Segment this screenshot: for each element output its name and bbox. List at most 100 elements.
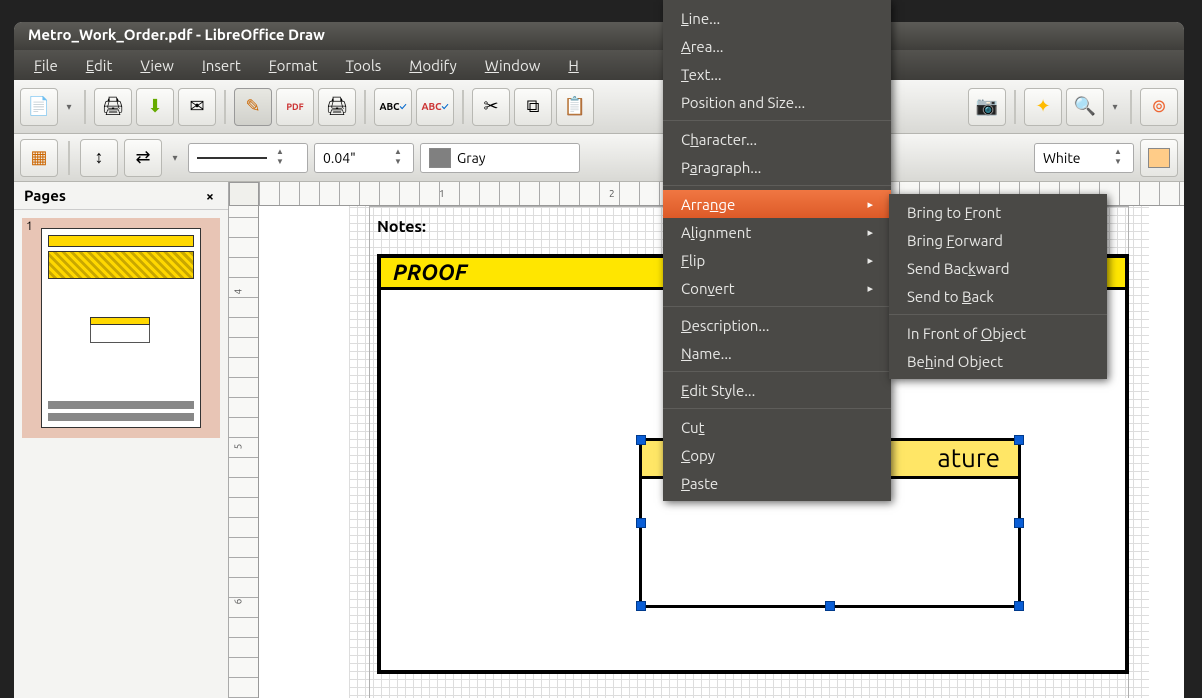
fill-color-selector[interactable]: White ▲▼ [1034, 143, 1134, 173]
selection-handle[interactable] [1014, 435, 1024, 445]
menu-item-line[interactable]: Line... [663, 4, 891, 32]
menu-file[interactable]: File [20, 53, 72, 78]
save-button[interactable]: ⬇ [136, 88, 174, 126]
spellcheck-button[interactable]: ABC✓ [374, 88, 412, 126]
menu-item-convert[interactable]: Convert▸ [663, 274, 891, 302]
vertical-ruler[interactable]: 4 5 6 [229, 206, 259, 698]
line-width-input[interactable]: 0.04" ▲▼ [314, 143, 414, 173]
email-button[interactable]: ✉ [178, 88, 216, 126]
menu-item-send-backward[interactable]: Send Backward [889, 254, 1107, 282]
dropdown-arrow-icon[interactable]: ▾ [62, 101, 76, 113]
line-style-button[interactable]: ▦ [20, 139, 58, 177]
menu-item-copy[interactable]: Copy [663, 441, 891, 469]
menu-item-arrange[interactable]: Arrange▸ [663, 190, 891, 218]
menu-item-flip[interactable]: Flip▸ [663, 246, 891, 274]
menu-item-edit-style[interactable]: Edit Style... [663, 376, 891, 404]
zoom-button[interactable]: 🔍 [1066, 88, 1104, 126]
menu-item-label: Paste [681, 475, 718, 492]
menu-item-label: Paragraph... [681, 159, 761, 176]
title-bar: Metro_Work_Order.pdf - LibreOffice Draw [14, 22, 1184, 50]
spinner-up[interactable]: ▲ [391, 148, 405, 158]
menu-item-bring-to-front[interactable]: Bring to Front [889, 198, 1107, 226]
abc-check-icon: ABC✓ [421, 101, 448, 112]
separator [224, 90, 226, 124]
line-pattern-selector[interactable]: ▲▼ [188, 143, 308, 173]
menu-modify[interactable]: Modify [395, 53, 471, 78]
ruler-tick: 5 [232, 444, 243, 450]
menu-view[interactable]: View [126, 53, 188, 78]
export-pdf-button[interactable]: PDF [276, 88, 314, 126]
arrow-swap-button[interactable]: ⇄ [124, 139, 162, 177]
separator [68, 141, 70, 175]
shadow-button[interactable] [1140, 139, 1178, 177]
spinner-down[interactable]: ▼ [391, 158, 405, 168]
spinner-down[interactable]: ▼ [1111, 158, 1125, 168]
camera-button[interactable]: 📷 [968, 88, 1006, 126]
menu-insert[interactable]: Insert [188, 53, 255, 78]
close-icon[interactable]: × [202, 188, 218, 204]
window-title: Metro_Work_Order.pdf - LibreOffice Draw [28, 26, 325, 43]
dropdown-arrow-icon[interactable]: ▾ [1108, 101, 1122, 113]
menu-separator [889, 314, 1107, 315]
selection-handle[interactable] [825, 601, 835, 611]
menu-item-name[interactable]: Name... [663, 339, 891, 367]
cut-button[interactable]: ✂ [472, 88, 510, 126]
menu-item-label: Description... [681, 317, 769, 334]
menu-item-label: Area... [681, 38, 724, 55]
selection-handle[interactable] [636, 601, 646, 611]
menu-window[interactable]: Window [471, 53, 555, 78]
dropdown-arrow-icon[interactable]: ▾ [168, 152, 182, 164]
menu-item-in-front-of-object[interactable]: In Front of Object [889, 319, 1107, 347]
line-color-selector[interactable]: Gray [420, 143, 580, 173]
ruler-tick: 4 [232, 289, 243, 295]
menu-item-description[interactable]: Description... [663, 311, 891, 339]
separator [1014, 90, 1016, 124]
menu-item-send-to-back[interactable]: Send to Back [889, 282, 1107, 310]
edit-mode-button[interactable]: ✎ [234, 88, 272, 126]
menu-item-cut[interactable]: Cut [663, 413, 891, 441]
help-button[interactable]: ⊚ [1140, 88, 1178, 126]
clipboard-icon: 📋 [564, 96, 586, 117]
spinner-down[interactable]: ▼ [273, 158, 287, 168]
separator [1130, 90, 1132, 124]
menu-item-area[interactable]: Area... [663, 32, 891, 60]
effects-button[interactable]: ✦ [1024, 88, 1062, 126]
new-doc-button[interactable]: 📄 [20, 88, 58, 126]
menu-item-character[interactable]: Character... [663, 125, 891, 153]
page-thumbnail[interactable]: 1 [22, 218, 220, 438]
print-button[interactable]: 🖨 [94, 88, 132, 126]
scissors-icon: ✂ [483, 96, 498, 117]
line-toolbar: ▦ ↕ ⇄ ▾ ▲▼ 0.04" ▲▼ Gray White ▲▼ [14, 134, 1184, 182]
color-name: Gray [457, 150, 486, 166]
selection-handle[interactable] [1014, 518, 1024, 528]
menu-item-position-and-size[interactable]: Position and Size... [663, 88, 891, 116]
separator [462, 90, 464, 124]
menu-edit[interactable]: Edit [72, 53, 127, 78]
paste-button[interactable]: 📋 [556, 88, 594, 126]
menu-item-bring-forward[interactable]: Bring Forward [889, 226, 1107, 254]
menu-bar: FileEditViewInsertFormatToolsModifyWindo… [14, 50, 1184, 80]
menu-item-label: Bring to Front [907, 204, 1001, 221]
menu-item-paste[interactable]: Paste [663, 469, 891, 497]
menu-tools[interactable]: Tools [332, 53, 396, 78]
spinner-up[interactable]: ▲ [1111, 148, 1125, 158]
selection-handle[interactable] [636, 518, 646, 528]
menu-h[interactable]: H [554, 53, 592, 78]
print-direct-button[interactable]: 🖨 [318, 88, 356, 126]
menu-item-behind-object[interactable]: Behind Object [889, 347, 1107, 375]
menu-item-text[interactable]: Text... [663, 60, 891, 88]
copy-button[interactable]: ⧉ [514, 88, 552, 126]
selection-handle[interactable] [1014, 601, 1024, 611]
notes-label: Notes: [377, 218, 426, 236]
arrow-end-icon: ↕ [95, 147, 104, 168]
selection-handle[interactable] [636, 435, 646, 445]
menu-item-paragraph[interactable]: Paragraph... [663, 153, 891, 181]
autospell-button[interactable]: ABC✓ [416, 88, 454, 126]
menu-item-label: Convert [681, 280, 735, 297]
menu-item-alignment[interactable]: Alignment▸ [663, 218, 891, 246]
spinner-up[interactable]: ▲ [273, 148, 287, 158]
arrow-style-button[interactable]: ↕ [80, 139, 118, 177]
arrange-submenu: Bring to Front Bring ForwardSend Backward… [889, 194, 1107, 379]
swap-arrows-icon: ⇄ [135, 147, 150, 168]
menu-format[interactable]: Format [255, 53, 332, 78]
